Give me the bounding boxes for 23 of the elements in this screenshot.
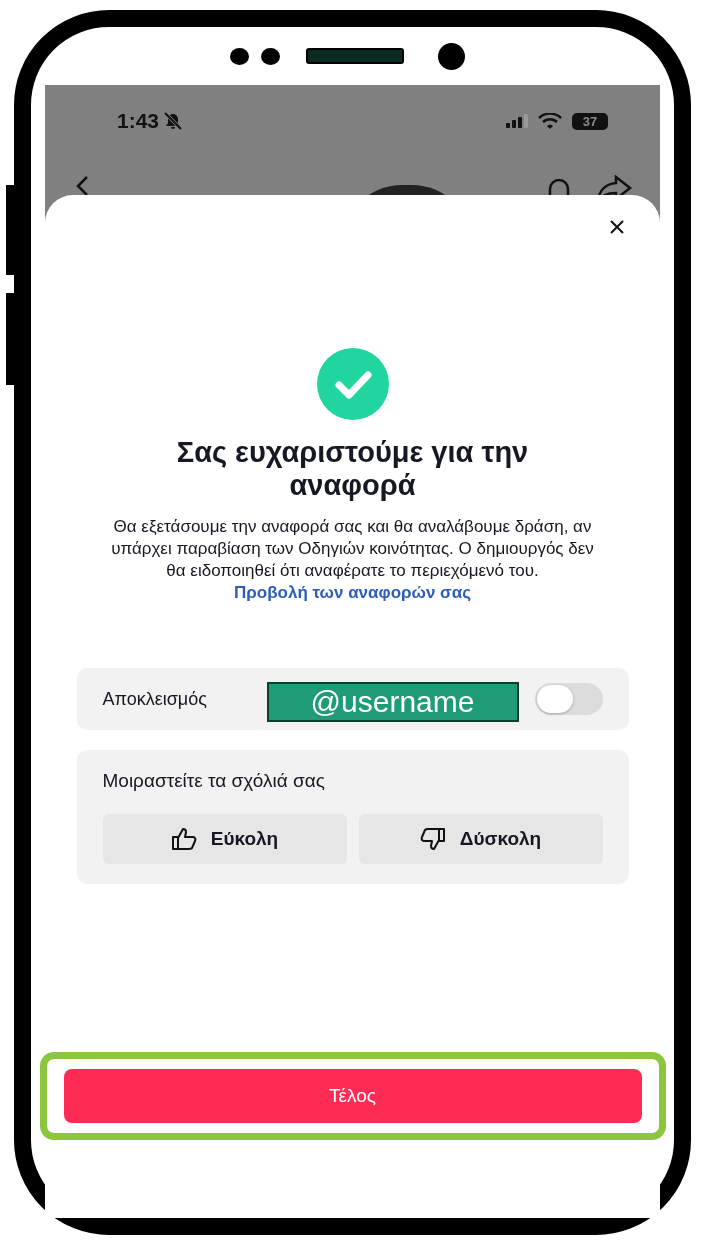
wifi-icon [538,113,562,129]
report-message: Θα εξετάσουμε την αναφορά σας και θα αναλάβουμε δράση, αν υπάρχει παραβίαση των Οδηγιών κοινότητας. Ο δημιουργός δεν θα ειδοποιηθεί ότι αναφέρατε το περιεχόμενό του. Προβολή των αναφορών σας [110,516,595,604]
success-check-icon [316,348,389,420]
hard-button[interactable]: Δύσκολη [358,814,603,864]
sensor-dot [261,47,280,65]
thumbs-down-icon [419,827,446,851]
view-reports-link[interactable]: Προβολή των αναφορών σας [234,583,471,602]
status-time: 1:43 [117,109,160,133]
sensor-dot [230,47,249,65]
easy-button[interactable]: Εύκολη [102,814,347,864]
thumbs-up-icon [170,827,197,851]
camera-lens [438,42,465,70]
back-chevron-icon[interactable] [75,175,89,197]
username-label: @username [266,682,519,722]
block-toggle[interactable] [534,683,603,715]
sheet-title: Σας ευχαριστούμε για την αναφορά [175,436,530,502]
feedback-title: Μοιραστείτε τα σχόλιά σας [102,770,326,792]
battery-indicator: 37 [572,112,608,130]
done-button[interactable]: Τέλος [63,1069,642,1123]
close-icon[interactable] [610,220,624,234]
muted-bell-icon [163,112,184,130]
signal-icon [506,114,528,128]
block-label: Αποκλεισμός [102,688,207,710]
